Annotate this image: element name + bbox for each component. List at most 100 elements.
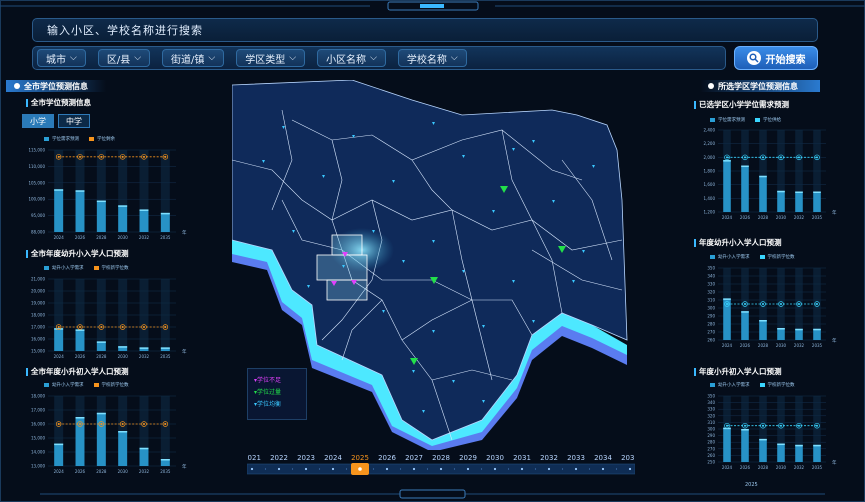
bar-cap	[54, 443, 64, 446]
y-tick-label: 340	[707, 274, 715, 279]
axis-unit: 年	[832, 337, 837, 344]
year-timeline[interactable]: 2021 2022 2023 2024 2025 2026 2027 2028 2029 2030…	[247, 452, 635, 480]
chevron-down-icon: ⌵	[450, 53, 458, 63]
timeline-year: 2026	[378, 454, 396, 462]
filter-city[interactable]: 城市 ⌵	[37, 49, 86, 67]
line-point-core	[100, 423, 103, 425]
bar-track	[139, 279, 149, 351]
filter-school[interactable]: 学校名称 ⌵	[397, 49, 467, 67]
timeline-minor-dot	[561, 468, 564, 470]
y-tick-label: 115,000	[28, 148, 45, 153]
bar-cap	[118, 346, 128, 348]
line-point-core	[143, 155, 145, 158]
line-point-core	[798, 424, 800, 427]
x-tick-label: 2024	[54, 235, 65, 240]
bar-cap	[139, 447, 149, 450]
bar	[813, 191, 821, 212]
y-tick-label: 17,000	[31, 408, 45, 413]
legend-label: 学位过量	[257, 389, 282, 396]
line-point-core	[780, 156, 782, 159]
timeline-dot	[547, 467, 551, 471]
bar-cap	[813, 191, 821, 193]
left-chart3: 13,000 14,000 15,000 16,000 17,000 18,000 2024…	[31, 394, 187, 475]
x-tick-label: 2028	[758, 215, 769, 220]
legend-item: 学位需求预测	[710, 117, 745, 123]
filter-label: 城市	[46, 54, 66, 66]
axis-unit: 年	[182, 348, 187, 355]
top-decoration	[0, 1, 865, 11]
left-chart3-legend: 幼升小入学需求 学校新学位数	[44, 382, 129, 388]
bar-cap	[741, 165, 749, 168]
timeline-dot	[439, 467, 443, 471]
line-point-core	[79, 155, 81, 158]
timeline-dot	[304, 467, 308, 471]
legend-item: 学校新学位数	[93, 265, 129, 271]
y-tick-label: 15,000	[31, 436, 45, 441]
x-tick-label: 2026	[740, 215, 751, 220]
line-point-core	[726, 424, 728, 427]
school-level-tabs: 小学 中学	[22, 114, 90, 128]
line-point-core	[744, 424, 746, 427]
timeline-dot	[520, 467, 524, 471]
filter-label: 学区类型	[245, 54, 286, 66]
timeline-year: 2031	[513, 454, 531, 462]
bar-cap	[759, 320, 767, 322]
x-tick-label: 2028	[96, 354, 107, 359]
y-tick-label: 300	[707, 427, 715, 432]
left-chart2-legend: 幼升小入学需求 学校新学位数	[44, 265, 129, 271]
bar-cap	[759, 438, 767, 441]
x-tick-label: 2030	[776, 215, 787, 220]
filter-community[interactable]: 小区名称 ⌵	[317, 49, 386, 67]
bar-cap	[139, 347, 149, 349]
x-tick-label: 2026	[75, 469, 86, 474]
legend-label: 学位不足	[257, 377, 282, 384]
filter-district[interactable]: 区/县 ⌵	[97, 49, 151, 67]
line-point-core	[798, 303, 800, 305]
line-point-core	[164, 155, 167, 158]
y-tick-label: 110,000	[28, 164, 45, 169]
search-input[interactable]: 输入小区、学校名称进行搜索	[32, 18, 818, 42]
timeline-dot	[250, 467, 254, 471]
right-chart2: 260 270 280 290 300 310 320 330 340 350 2024 2026 20…	[707, 266, 837, 349]
line-point-core	[780, 424, 782, 427]
bar-track	[118, 279, 128, 351]
legend-label: 幼升小入学需求	[52, 383, 84, 388]
filter-street[interactable]: 街道/镇 ⌵	[162, 49, 225, 67]
bar-cap	[777, 443, 785, 446]
y-tick-label: 16,000	[31, 422, 45, 427]
legend-label: 学校新学位数	[101, 266, 129, 271]
bar-cap	[96, 341, 106, 343]
bar	[795, 191, 803, 212]
line-point-core	[816, 424, 818, 427]
chevron-down-icon: ⌵	[289, 53, 297, 63]
filter-zone-type[interactable]: 学区类型 ⌵	[236, 49, 306, 67]
bar	[723, 160, 731, 212]
filter-label: 小区名称	[326, 54, 367, 66]
legend-excess: ▾学位过量	[254, 387, 300, 399]
y-tick-label: 18,000	[31, 313, 45, 318]
start-search-button[interactable]: 开始搜索	[734, 46, 818, 70]
timeline-dot	[574, 467, 578, 471]
y-tick-label: 330	[707, 282, 715, 287]
legend-item: 幼升小入学需求	[710, 382, 750, 388]
line-point-core	[57, 326, 60, 328]
y-tick-label: 340	[707, 400, 715, 405]
timeline-minor-dot	[372, 468, 375, 470]
bar-cap	[777, 190, 785, 193]
timeline-year: 2035	[621, 454, 635, 462]
line-point-core	[79, 326, 81, 328]
timeline-minor-dot	[426, 468, 429, 470]
section-title-text: 年度幼升小入学人口预测	[699, 238, 782, 247]
bar	[777, 328, 785, 340]
dot-icon	[708, 83, 714, 89]
right-chart2-title: 年度幼升小入学人口预测	[694, 237, 782, 248]
bar-track	[160, 279, 170, 351]
axis-unit: 年	[182, 463, 187, 470]
x-tick-label: 2035	[812, 215, 823, 220]
bar-cap	[96, 412, 106, 415]
line-point-core	[744, 303, 746, 305]
x-tick-label: 2035	[812, 465, 823, 470]
tab-middle[interactable]: 中学	[58, 114, 90, 128]
tab-primary[interactable]: 小学	[22, 114, 54, 128]
x-tick-label: 2026	[75, 235, 86, 240]
